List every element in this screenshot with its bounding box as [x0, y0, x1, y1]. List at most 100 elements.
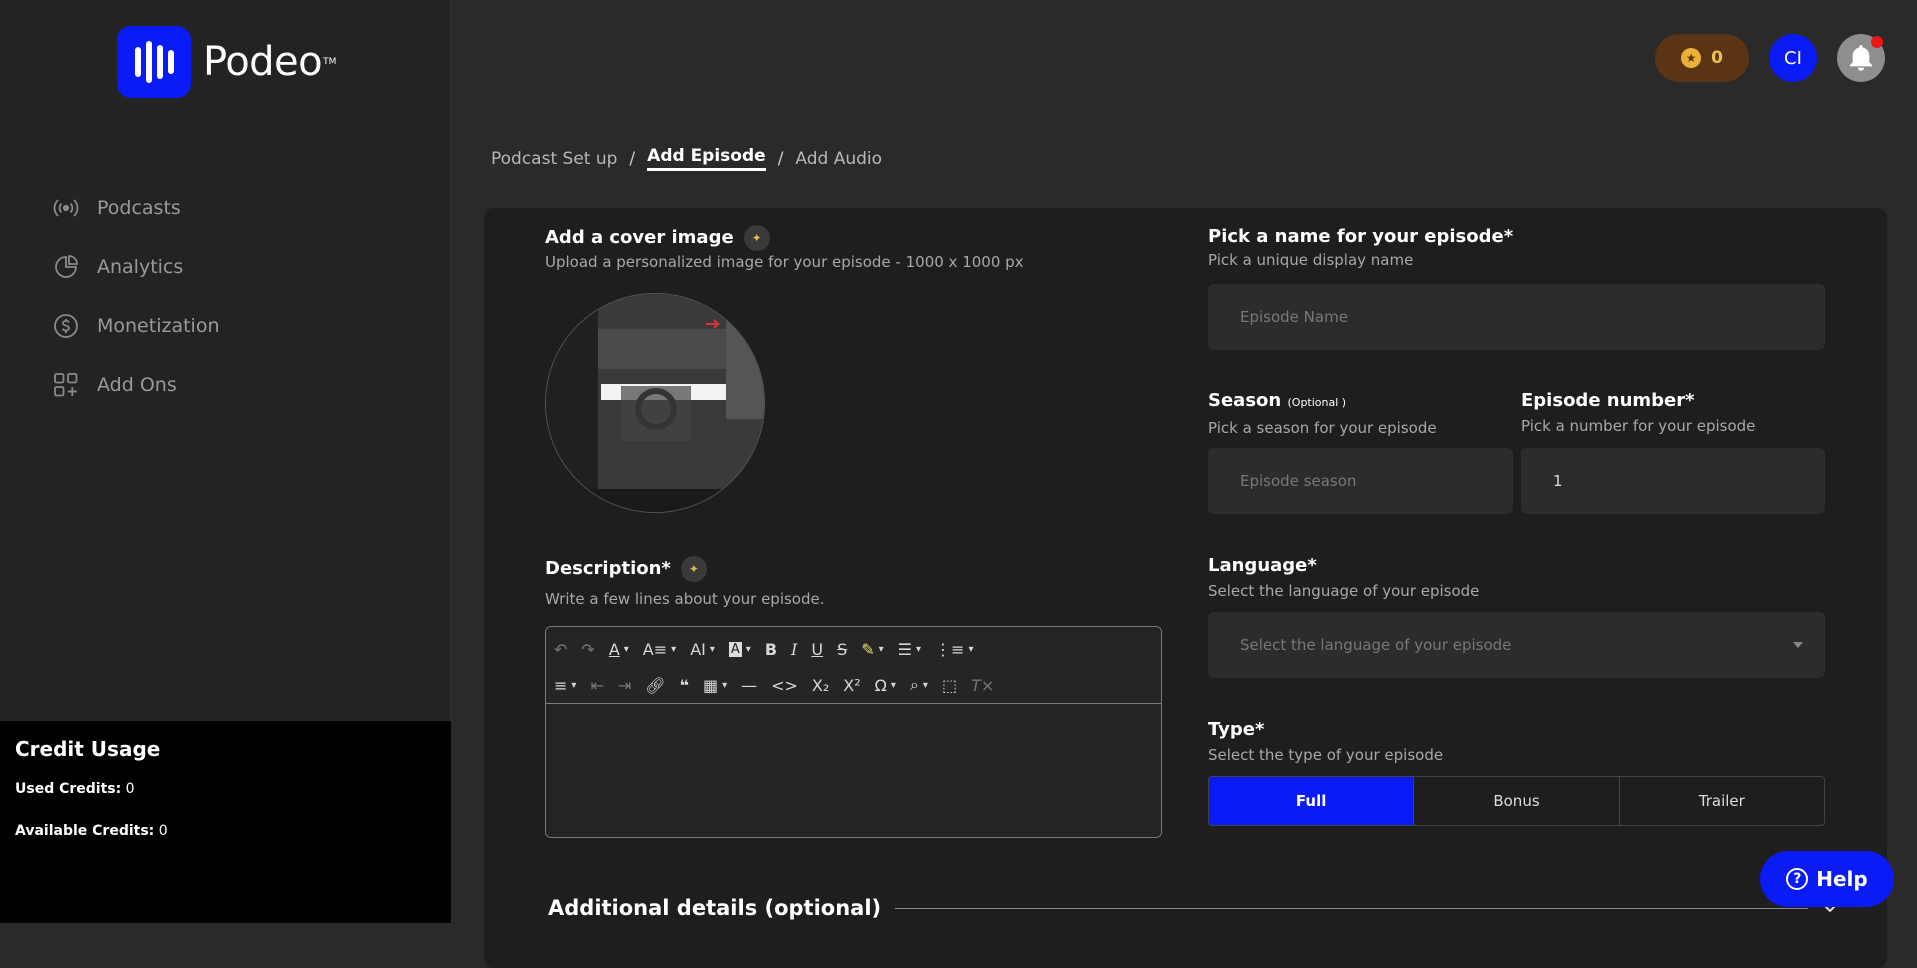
star-coin-icon: ★	[1681, 48, 1702, 68]
notifications-button[interactable]	[1837, 34, 1885, 82]
select-all-icon[interactable]: ⬚	[942, 676, 957, 695]
language-section: Language* Select the language of your ep…	[1208, 555, 1479, 600]
chevron-down-icon[interactable]: ▾	[916, 644, 921, 655]
outdent-icon[interactable]: ⇤	[590, 676, 603, 695]
language-select[interactable]: Select the language of your episode	[1208, 612, 1825, 678]
chevron-down-icon[interactable]: ▾	[624, 644, 629, 655]
superscript-icon[interactable]: X²	[843, 676, 860, 695]
underline-icon[interactable]: U	[811, 640, 823, 659]
podeo-logo[interactable]: Podeo TM	[117, 26, 336, 98]
chevron-down-icon[interactable]: ▾	[671, 644, 676, 655]
sidebar-item-label: Analytics	[97, 255, 184, 278]
logo-tm: TM	[323, 57, 337, 67]
sidebar-item-label: Podcasts	[97, 196, 181, 219]
credits-badge[interactable]: ★ 0	[1655, 34, 1749, 82]
chevron-down-icon[interactable]: ▾	[710, 644, 715, 655]
font-family-icon[interactable]: A≡	[643, 640, 667, 659]
sidebar-item-analytics[interactable]: Analytics	[53, 237, 220, 296]
indent-icon[interactable]: ⇥	[618, 676, 631, 695]
logo-mark-icon	[117, 26, 191, 98]
help-button[interactable]: ? Help	[1760, 851, 1894, 907]
cover-sub: Upload a personalized image for your epi…	[545, 253, 1024, 271]
chevron-down-icon	[1793, 642, 1803, 648]
breadcrumb-podcast-setup[interactable]: Podcast Set up	[491, 149, 617, 169]
chevron-down-icon[interactable]: ▾	[879, 644, 884, 655]
ai-sparkle-icon[interactable]: ✦	[743, 225, 770, 251]
pie-chart-icon	[55, 254, 78, 278]
quote-icon[interactable]: ❝	[680, 676, 689, 695]
chevron-down-icon[interactable]: ▾	[571, 680, 576, 691]
chevron-down-icon[interactable]: ▾	[746, 644, 751, 655]
bell-icon	[1850, 45, 1872, 71]
cover-label: Add a cover image ✦	[545, 225, 1024, 251]
chevron-down-icon[interactable]: ▾	[968, 644, 973, 655]
grid-plus-icon	[54, 372, 78, 396]
description-textarea[interactable]	[546, 704, 1161, 837]
type-label: Type*	[1208, 719, 1265, 740]
sidebar-nav: Podcasts Analytics Monetization Add Ons	[53, 178, 220, 414]
breadcrumb-separator: /	[777, 148, 784, 169]
available-credits-value: 0	[158, 823, 168, 839]
ai-sparkle-icon[interactable]: ✦	[680, 556, 707, 582]
description-section: Description* ✦ Write a few lines about yo…	[545, 556, 825, 608]
type-option-trailer[interactable]: Trailer	[1620, 777, 1824, 825]
type-option-full[interactable]: Full	[1209, 777, 1415, 825]
episode-name-label: Pick a name for your episode*	[1208, 226, 1514, 247]
sidebar-item-label: Monetization	[97, 314, 220, 337]
used-credits: Used Credits: 0	[15, 781, 436, 797]
italic-icon[interactable]: I	[791, 640, 797, 659]
find-replace-icon[interactable]: ⌕	[910, 675, 919, 695]
font-size-icon[interactable]: AI	[690, 640, 706, 659]
episode-name-input[interactable]: Episode Name	[1208, 284, 1825, 350]
language-label: Language*	[1208, 555, 1317, 576]
chevron-down-icon[interactable]: ▾	[722, 680, 727, 691]
redo-icon[interactable]: ↷	[581, 640, 594, 659]
breadcrumb-add-audio[interactable]: Add Audio	[795, 149, 882, 169]
sidebar-item-monetization[interactable]: Monetization	[53, 296, 220, 355]
episode-name-sub: Pick a unique display name	[1208, 251, 1414, 269]
bold-icon[interactable]: B	[765, 640, 777, 659]
type-option-bonus[interactable]: Bonus	[1414, 777, 1620, 825]
available-credits: Available Credits: 0	[15, 823, 436, 839]
breadcrumb-add-episode[interactable]: Add Episode	[647, 146, 766, 171]
subscript-icon[interactable]: X₂	[812, 676, 829, 695]
link-icon[interactable]: 🔗︎	[645, 676, 665, 695]
question-icon: ?	[1786, 868, 1809, 890]
horizontal-line-icon[interactable]: —	[741, 676, 757, 695]
highlight-icon[interactable]: ✎	[861, 640, 874, 659]
align-icon[interactable]: ≡	[554, 676, 567, 695]
sidebar-item-podcasts[interactable]: Podcasts	[53, 178, 220, 237]
special-char-icon[interactable]: Ω	[875, 676, 887, 695]
font-color-icon[interactable]: A	[609, 640, 620, 659]
code-icon[interactable]: <>	[771, 676, 798, 695]
chevron-down-icon[interactable]: ▾	[923, 680, 928, 691]
used-credits-value: 0	[125, 781, 135, 797]
sidebar-item-label: Add Ons	[97, 373, 177, 396]
numbered-list-icon[interactable]: ⋮≡	[935, 640, 964, 659]
season-sub: Pick a season for your episode	[1208, 419, 1437, 437]
bullet-list-icon[interactable]: ☰	[898, 640, 912, 659]
logo-text: Podeo	[203, 39, 323, 85]
strikethrough-icon[interactable]: S	[837, 640, 847, 659]
season-input[interactable]: Episode season	[1208, 448, 1513, 514]
additional-details-toggle[interactable]: Additional details (optional)	[548, 896, 1838, 920]
sidebar: Podeo TM Podcasts Analytics Monetization …	[0, 0, 451, 923]
avatar[interactable]: CI	[1769, 34, 1817, 82]
background-color-icon[interactable]: A	[728, 641, 742, 657]
clear-format-icon[interactable]: T×	[971, 676, 994, 695]
cover-image-upload[interactable]	[545, 293, 765, 513]
episode-number-input[interactable]: 1	[1521, 448, 1825, 514]
undo-icon[interactable]: ↶	[554, 640, 567, 659]
divider	[895, 907, 1808, 909]
cover-image-preview	[546, 294, 764, 512]
additional-details-label: Additional details (optional)	[548, 896, 882, 920]
episode-name-section: Pick a name for your episode* Pick a uni…	[1208, 226, 1513, 269]
sidebar-item-add-ons[interactable]: Add Ons	[53, 355, 220, 414]
episode-number-label: Episode number*	[1521, 390, 1695, 411]
breadcrumb: Podcast Set up / Add Episode / Add Audio	[491, 146, 882, 171]
type-toggle-group: Full Bonus Trailer	[1208, 776, 1825, 826]
type-section: Type* Select the type of your episode	[1208, 719, 1443, 764]
cover-section: Add a cover image ✦ Upload a personalized…	[545, 225, 1024, 271]
table-icon[interactable]: ▦	[703, 676, 718, 695]
chevron-down-icon[interactable]: ▾	[891, 680, 896, 691]
